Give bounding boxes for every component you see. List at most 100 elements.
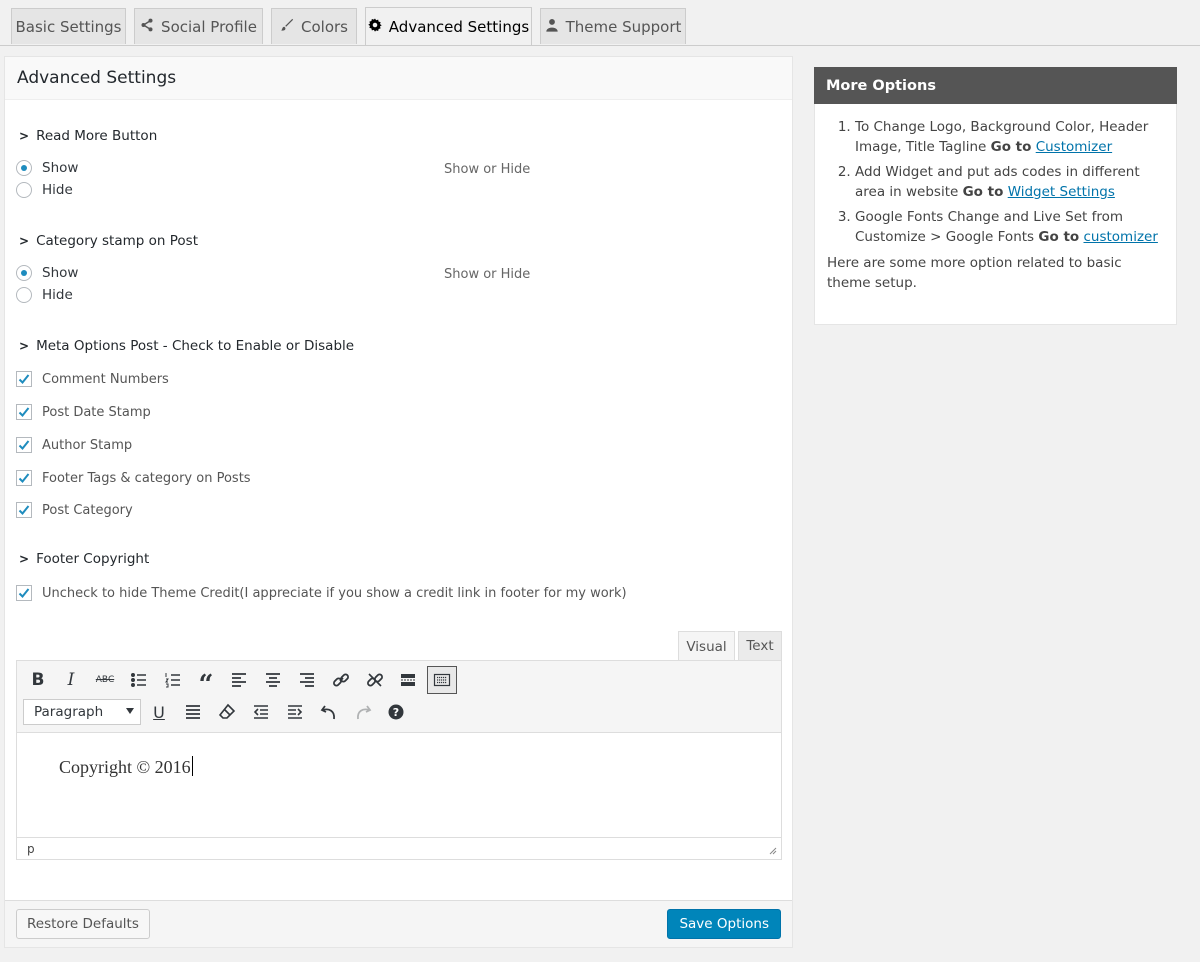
tab-label: Colors — [301, 17, 348, 36]
undo-icon[interactable] — [314, 698, 344, 726]
editor-tab-visual[interactable]: Visual — [678, 631, 735, 662]
chevron-right-icon: > — [19, 234, 30, 248]
read-more-hide-option[interactable]: Hide — [16, 182, 73, 198]
tab-label: Advanced Settings — [388, 17, 530, 36]
share-icon — [140, 18, 154, 36]
align-right-icon[interactable] — [292, 666, 322, 694]
chevron-right-icon: > — [19, 552, 30, 566]
clear-formatting-icon[interactable] — [212, 698, 242, 726]
restore-defaults-button[interactable]: Restore Defaults — [16, 909, 150, 939]
list-item: Google Fonts Change and Live Set from Cu… — [855, 208, 1166, 247]
svg-text:?: ? — [393, 706, 399, 719]
radio-label: Hide — [42, 287, 73, 303]
resize-handle-icon[interactable] — [768, 846, 777, 855]
settings-tabs: Basic Settings Social Profile Colors Adv… — [0, 0, 1200, 46]
link-icon[interactable] — [326, 666, 356, 694]
customizer-link[interactable]: Customizer — [1036, 139, 1112, 155]
meta-footer-tags-option[interactable]: Footer Tags & category on Posts — [16, 470, 251, 486]
bold-icon[interactable]: B — [23, 666, 53, 694]
radio-hide[interactable] — [16, 182, 32, 198]
outdent-icon[interactable] — [246, 698, 276, 726]
tab-advanced-settings[interactable]: Advanced Settings — [365, 7, 532, 45]
section-title-text: Footer Copyright — [36, 551, 150, 567]
category-stamp-section-title: > Category stamp on Post — [19, 233, 198, 249]
text-cursor — [191, 756, 193, 776]
checkbox-label: Post Date Stamp — [42, 404, 151, 420]
meta-comment-numbers-option[interactable]: Comment Numbers — [16, 371, 169, 387]
meta-options-section-title: > Meta Options Post - Check to Enable or… — [19, 338, 354, 354]
blockquote-icon[interactable]: “ — [191, 666, 221, 700]
radio-show[interactable] — [16, 160, 32, 176]
save-options-button[interactable]: Save Options — [667, 909, 781, 939]
checkbox-label: Uncheck to hide Theme Credit(I appreciat… — [42, 585, 627, 601]
read-more-show-option[interactable]: Show — [16, 160, 78, 176]
help-icon[interactable]: ? — [381, 698, 411, 726]
google-fonts-customizer-link[interactable]: customizer — [1083, 229, 1157, 245]
theme-credit-option[interactable]: Uncheck to hide Theme Credit(I appreciat… — [16, 585, 627, 601]
chevron-right-icon: > — [19, 339, 30, 353]
list-item: To Change Logo, Background Color, Header… — [855, 118, 1166, 157]
category-stamp-show-option[interactable]: Show — [16, 265, 78, 281]
tab-colors[interactable]: Colors — [271, 8, 357, 44]
italic-icon[interactable]: I — [56, 666, 86, 694]
checkbox[interactable] — [16, 404, 32, 420]
element-path[interactable]: p — [27, 842, 35, 856]
section-title-text: Category stamp on Post — [36, 233, 198, 249]
checkbox-label: Author Stamp — [42, 437, 133, 453]
redo-icon[interactable] — [348, 698, 378, 726]
radio-label: Show — [42, 265, 79, 281]
checkbox[interactable] — [16, 585, 32, 601]
radio-hide[interactable] — [16, 287, 32, 303]
indent-icon[interactable] — [280, 698, 310, 726]
section-title-text: Meta Options Post - Check to Enable or D… — [36, 338, 355, 354]
numbered-list-icon[interactable] — [158, 666, 188, 694]
brush-icon — [280, 18, 294, 36]
tab-social-profile[interactable]: Social Profile — [134, 8, 263, 44]
more-options-title: More Options — [814, 67, 1177, 104]
meta-post-date-option[interactable]: Post Date Stamp — [16, 404, 151, 420]
footer-copyright-section-title: > Footer Copyright — [19, 551, 149, 567]
advanced-settings-panel: Advanced Settings > Read More Button Sho… — [4, 56, 793, 948]
panel-footer: Restore Defaults Save Options — [5, 900, 792, 947]
align-center-icon[interactable] — [258, 666, 288, 694]
editor-tab-text[interactable]: Text — [738, 631, 782, 661]
format-select[interactable]: Paragraph — [23, 699, 141, 725]
list-item: Add Widget and put ads codes in differen… — [855, 163, 1166, 202]
editor-content[interactable]: Copyright © 2016 — [59, 756, 193, 778]
toolbar-toggle-icon[interactable] — [427, 666, 457, 694]
category-stamp-hint: Show or Hide — [444, 267, 531, 282]
radio-show[interactable] — [16, 265, 32, 281]
tab-label: Theme Support — [565, 17, 682, 36]
section-title-text: Read More Button — [36, 128, 158, 144]
checkbox[interactable] — [16, 502, 32, 518]
checkbox[interactable] — [16, 437, 32, 453]
checkbox-label: Comment Numbers — [42, 371, 169, 387]
gear-icon — [368, 17, 382, 36]
radio-label: Hide — [42, 182, 73, 198]
read-more-section-title: > Read More Button — [19, 128, 157, 144]
unlink-icon[interactable] — [360, 666, 390, 694]
read-more-tag-icon[interactable] — [393, 666, 423, 694]
more-options-box: More Options To Change Logo, Background … — [814, 67, 1177, 325]
strikethrough-icon[interactable]: ABC — [90, 666, 120, 694]
checkbox-label: Post Category — [42, 502, 133, 518]
tab-theme-support[interactable]: Theme Support — [540, 8, 686, 44]
panel-title: Advanced Settings — [5, 57, 792, 100]
user-icon — [545, 18, 559, 36]
chevron-down-icon — [126, 708, 134, 714]
checkbox[interactable] — [16, 371, 32, 387]
editor-statusbar: p — [17, 837, 781, 859]
category-stamp-hide-option[interactable]: Hide — [16, 287, 73, 303]
align-left-icon[interactable] — [224, 666, 254, 694]
format-select-value: Paragraph — [34, 704, 104, 720]
meta-author-stamp-option[interactable]: Author Stamp — [16, 437, 132, 453]
tab-label: Social Profile — [161, 17, 257, 36]
copyright-editor: B I ABC “ Paragraph U ? Copyright © 2016… — [16, 660, 782, 860]
underline-icon[interactable]: U — [144, 698, 174, 726]
checkbox[interactable] — [16, 470, 32, 486]
justify-icon[interactable] — [178, 698, 208, 726]
bullet-list-icon[interactable] — [124, 666, 154, 694]
meta-post-category-option[interactable]: Post Category — [16, 502, 133, 518]
tab-basic-settings[interactable]: Basic Settings — [11, 8, 126, 44]
widget-settings-link[interactable]: Widget Settings — [1008, 184, 1115, 200]
